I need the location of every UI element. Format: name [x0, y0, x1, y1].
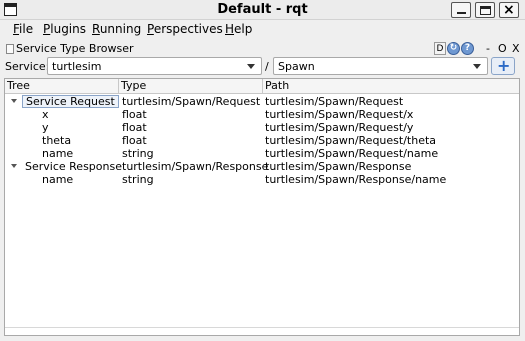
column-header-type[interactable]: Type	[119, 79, 263, 94]
tree-row-path: turtlesim/Spawn/Response	[265, 160, 412, 173]
plugin-title: Service Type Browser	[16, 42, 134, 55]
type-combobox[interactable]: Spawn	[273, 57, 488, 75]
maximize-icon	[480, 6, 491, 15]
tree-row-type: string	[122, 147, 154, 160]
tree-row-type: float	[122, 108, 147, 121]
service-label: Service:	[5, 60, 50, 73]
tree-row-type: turtlesim/Spawn/Response	[122, 160, 269, 173]
type-combobox-value: Spawn	[278, 60, 315, 73]
chevron-down-icon	[473, 64, 481, 69]
menu-help[interactable]: Help	[225, 22, 252, 36]
tree-row-name: Service Response	[25, 160, 122, 173]
close-icon: ×	[503, 2, 515, 18]
tree-row-path: turtlesim/Spawn/Request	[265, 95, 404, 108]
tree-row-name: y	[42, 121, 49, 134]
menu-file[interactable]: File	[13, 22, 33, 36]
tree-row-name: theta	[42, 134, 72, 147]
tree-row-path: turtlesim/Spawn/Request/name	[265, 147, 439, 160]
plus-icon: +	[497, 56, 511, 75]
service-separator: /	[265, 60, 269, 73]
tree-row[interactable]: name string turtlesim/Spawn/Request/name	[5, 147, 519, 160]
expand-arrow-icon[interactable]	[11, 99, 17, 103]
menu-plugins[interactable]: Plugins	[43, 22, 86, 36]
column-header-tree[interactable]: Tree	[5, 79, 119, 94]
tree-row-service-request[interactable]: Service Request turtlesim/Spawn/Request …	[5, 95, 519, 108]
chevron-down-icon	[247, 64, 255, 69]
tree-row-type: string	[122, 173, 154, 186]
tree-row-name: Service Request	[22, 95, 119, 108]
help-icon[interactable]: ?	[461, 42, 474, 55]
tree-row-name: name	[42, 147, 74, 160]
tree-row-path: turtlesim/Spawn/Request/y	[265, 121, 414, 134]
tree-row[interactable]: theta float turtlesim/Spawn/Request/thet…	[5, 134, 519, 147]
maximize-button[interactable]	[475, 2, 495, 18]
close-button[interactable]: ×	[499, 2, 519, 18]
refresh-icon[interactable]: ↻	[447, 42, 460, 55]
tree-row-type: turtlesim/Spawn/Request	[122, 95, 261, 108]
tree-header: Tree Type Path	[5, 79, 519, 94]
plugin-header: Service Type Browser D ↻ ? - O X	[0, 41, 525, 57]
minimize-button[interactable]	[451, 2, 471, 18]
tree-row[interactable]: y float turtlesim/Spawn/Request/y	[5, 121, 519, 134]
tree-row-path: turtlesim/Spawn/Request/x	[265, 108, 414, 121]
tree-row[interactable]: x float turtlesim/Spawn/Request/x	[5, 108, 519, 121]
tree-row-path: turtlesim/Spawn/Response/name	[265, 173, 447, 186]
menu-perspectives[interactable]: Perspectives	[147, 22, 223, 36]
window-title: Default - rqt	[217, 2, 308, 17]
add-button[interactable]: +	[491, 57, 515, 75]
dock-button[interactable]: D	[434, 42, 446, 55]
tree-row-service-response[interactable]: Service Response turtlesim/Spawn/Respons…	[5, 160, 519, 173]
tree-row-type: float	[122, 121, 147, 134]
menu-running[interactable]: Running	[92, 22, 141, 36]
window-titlebar: Default - rqt ×	[0, 0, 525, 20]
expand-arrow-icon[interactable]	[11, 164, 17, 168]
service-combobox[interactable]: turtlesim	[47, 57, 262, 75]
tree-row-type: float	[122, 134, 147, 147]
tree-bottom-edge	[5, 327, 519, 335]
minimize-icon	[457, 12, 466, 14]
tree-row-path: turtlesim/Spawn/Request/theta	[265, 134, 437, 147]
options-plugin-button[interactable]: O	[498, 42, 507, 55]
column-header-path[interactable]: Path	[263, 79, 519, 94]
close-plugin-button[interactable]: X	[512, 42, 520, 55]
service-combobox-value: turtlesim	[52, 60, 102, 73]
tree-row-name: name	[42, 173, 74, 186]
service-tree[interactable]: Tree Type Path Service Request turtlesim…	[4, 78, 520, 336]
drag-handle-icon[interactable]	[6, 44, 14, 54]
tree-row[interactable]: name string turtlesim/Spawn/Response/nam…	[5, 173, 519, 186]
tree-row-name: x	[42, 108, 49, 121]
minimize-plugin-button[interactable]: -	[486, 42, 490, 55]
menu-bar: File Plugins Running Perspectives Help	[0, 20, 525, 39]
